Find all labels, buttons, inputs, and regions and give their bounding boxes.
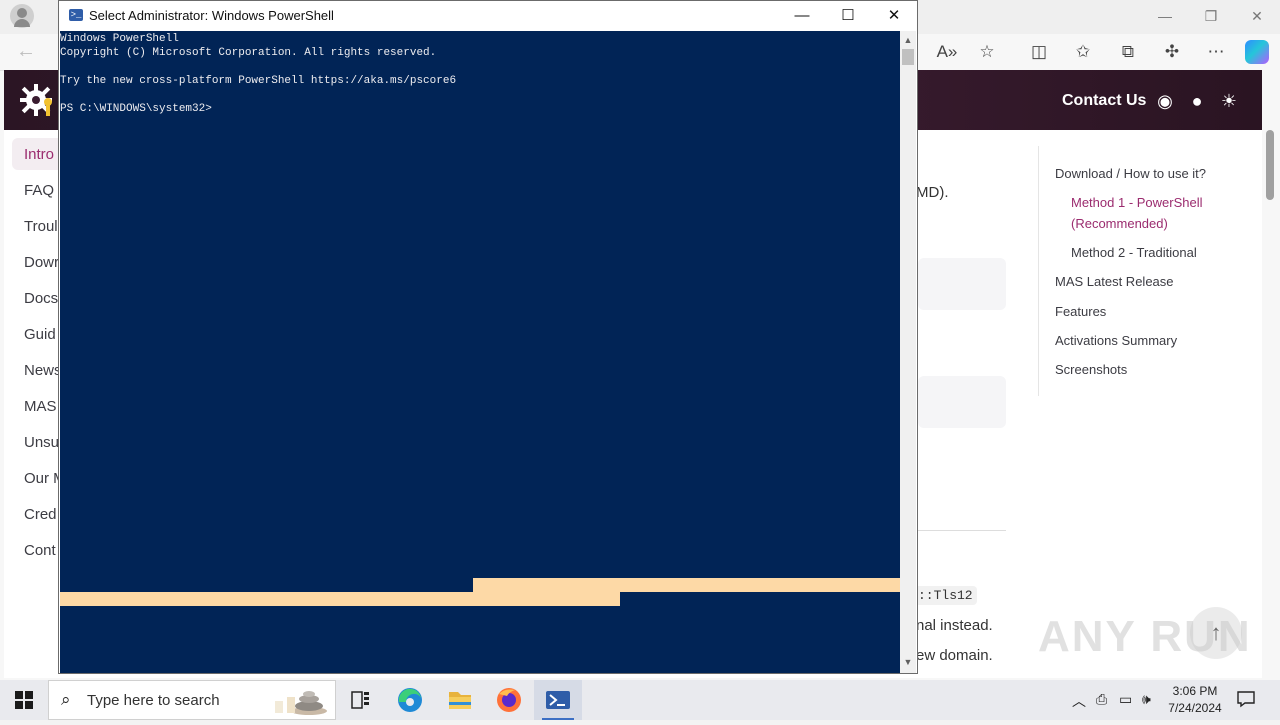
selection-highlight [473,578,900,592]
ps-maximize-button[interactable]: ☐ [825,1,871,31]
nav-item-contact[interactable]: Cont [24,542,56,559]
nav-item-download[interactable]: Dowr [24,254,59,271]
powershell-titlebar[interactable]: >_ Select Administrator: Windows PowerSh… [59,1,917,31]
browser-restore-button[interactable]: ❐ [1196,6,1226,26]
taskbar-firefox[interactable] [485,680,533,720]
nav-item-mas[interactable]: MAS [24,398,57,415]
selection-highlight [60,592,620,606]
show-hidden-icons-chevron-icon[interactable]: ︿ [1072,691,1086,711]
collections-icon[interactable]: ⧉ [1115,40,1141,64]
taskbar-search-box[interactable]: ⌕ Type here to search [48,680,336,720]
console-line: Try the new cross-platform PowerShell ht… [60,75,457,87]
search-icon: ⌕ [61,690,71,709]
edge-icon [398,688,422,712]
outline-item-download[interactable]: Download / How to use it? [1055,163,1245,184]
nav-item-unsupported[interactable]: Unsu [24,434,59,451]
page-outline: Download / How to use it? Method 1 - Pow… [1038,146,1249,396]
nav-item-credits[interactable]: Cred [24,506,57,523]
firefox-icon [497,688,521,712]
taskbar-edge[interactable] [386,680,434,720]
volume-icon[interactable]: 🕪 [1142,691,1151,708]
console-prompt: PS C:\WINDOWS\system32> [60,103,212,115]
outline-item-activations-summary[interactable]: Activations Summary [1055,330,1245,351]
meet-now-icon[interactable]: ⎙ [1096,691,1107,708]
contact-us-link[interactable]: Contact Us [1062,92,1146,110]
favorite-star-icon[interactable]: ☆ [974,40,1000,64]
github-icon[interactable]: ● [1185,89,1209,113]
inline-code: ::Tls12 [914,586,977,605]
outline-item-method-2[interactable]: Method 2 - Traditional [1071,242,1241,263]
folder-icon [449,692,471,709]
scroll-down-arrow-icon[interactable]: ▼ [900,657,916,667]
divider [918,530,1006,531]
code-block [918,376,1006,428]
main-text-fragment: MD). [916,184,949,201]
ps-minimize-button[interactable]: — [779,1,825,31]
profile-icon[interactable] [10,4,34,28]
browser-scroll-thumb[interactable] [1266,130,1274,200]
scroll-up-arrow-icon[interactable]: ▲ [900,35,916,45]
clock-time: 3:06 PM [1172,684,1218,698]
browser-minimize-button[interactable]: — [1150,6,1180,26]
side-navigation: Intro FAQ Troul Dowr Docs Guid News MAS … [4,130,72,678]
nav-item-troubleshoot[interactable]: Troul [24,218,58,235]
windows-start-icon[interactable] [0,680,48,720]
console-line: Windows PowerShell [60,33,179,45]
console-scroll-thumb[interactable] [902,49,914,65]
outline-item-latest-release[interactable]: MAS Latest Release [1055,271,1245,292]
window-title: Select Administrator: Windows PowerShell [89,8,334,23]
browser-close-button[interactable]: ✕ [1242,6,1272,26]
gear-logo-icon[interactable] [18,80,58,120]
taskbar-file-explorer[interactable] [436,680,484,720]
console-area[interactable]: Windows PowerShell Copyright (C) Microso… [60,31,900,673]
console-line: Copyright (C) Microsoft Corporation. All… [60,47,437,59]
read-aloud-icon[interactable]: A» [934,40,960,64]
nav-item-faq[interactable]: FAQ [24,182,54,199]
task-view-icon [351,691,369,709]
nav-item-docs[interactable]: Docs [24,290,58,307]
console-scrollbar[interactable]: ▲ ▼ [900,31,916,673]
nav-item-news[interactable]: News [24,362,62,379]
outline-item-screenshots[interactable]: Screenshots [1055,359,1245,380]
extensions-icon[interactable]: ✣ [1159,40,1185,64]
taskbar: ⌕ Type here to search ︿ ⎙ ▭ 🕪 3:06 PM 7/… [0,680,1280,720]
taskbar-clock[interactable]: 3:06 PM 7/24/2024 [1162,683,1228,717]
copilot-icon[interactable] [1245,40,1269,64]
search-placeholder: Type here to search [87,692,220,709]
nav-item-guides[interactable]: Guid [24,326,56,343]
network-icon[interactable]: ▭ [1119,691,1132,708]
notification-center-icon[interactable] [1236,690,1256,708]
browser-scrollbar[interactable] [1262,70,1280,680]
more-icon[interactable]: ⋯ [1203,40,1229,64]
ps-close-button[interactable]: ✕ [871,1,917,31]
outline-item-method-1[interactable]: Method 1 - PowerShell (Recommended) [1071,192,1241,234]
taskbar-powershell[interactable] [534,680,582,720]
clock-date: 7/24/2024 [1168,701,1222,715]
discord-icon[interactable]: ◉ [1153,89,1177,113]
main-text-fragment: nal instead. [916,617,993,634]
split-screen-icon[interactable]: ◫ [1026,40,1052,64]
anyrun-watermark: ANY RUN [1038,612,1252,661]
task-view-button[interactable] [336,680,384,720]
outline-item-features[interactable]: Features [1055,301,1245,322]
nav-item-intro[interactable]: Intro [24,146,54,163]
theme-toggle-sun-icon[interactable]: ☀ [1217,89,1241,113]
back-arrow-icon[interactable]: ← [16,40,36,63]
powershell-icon: >_ [69,9,83,21]
powershell-taskbar-icon [546,691,570,709]
code-block [918,258,1006,310]
search-highlight-art-icon [275,691,327,715]
favorites-icon[interactable]: ✩ [1070,40,1096,64]
powershell-window[interactable]: >_ Select Administrator: Windows PowerSh… [58,0,918,674]
main-text-fragment: ew domain. [916,647,993,664]
